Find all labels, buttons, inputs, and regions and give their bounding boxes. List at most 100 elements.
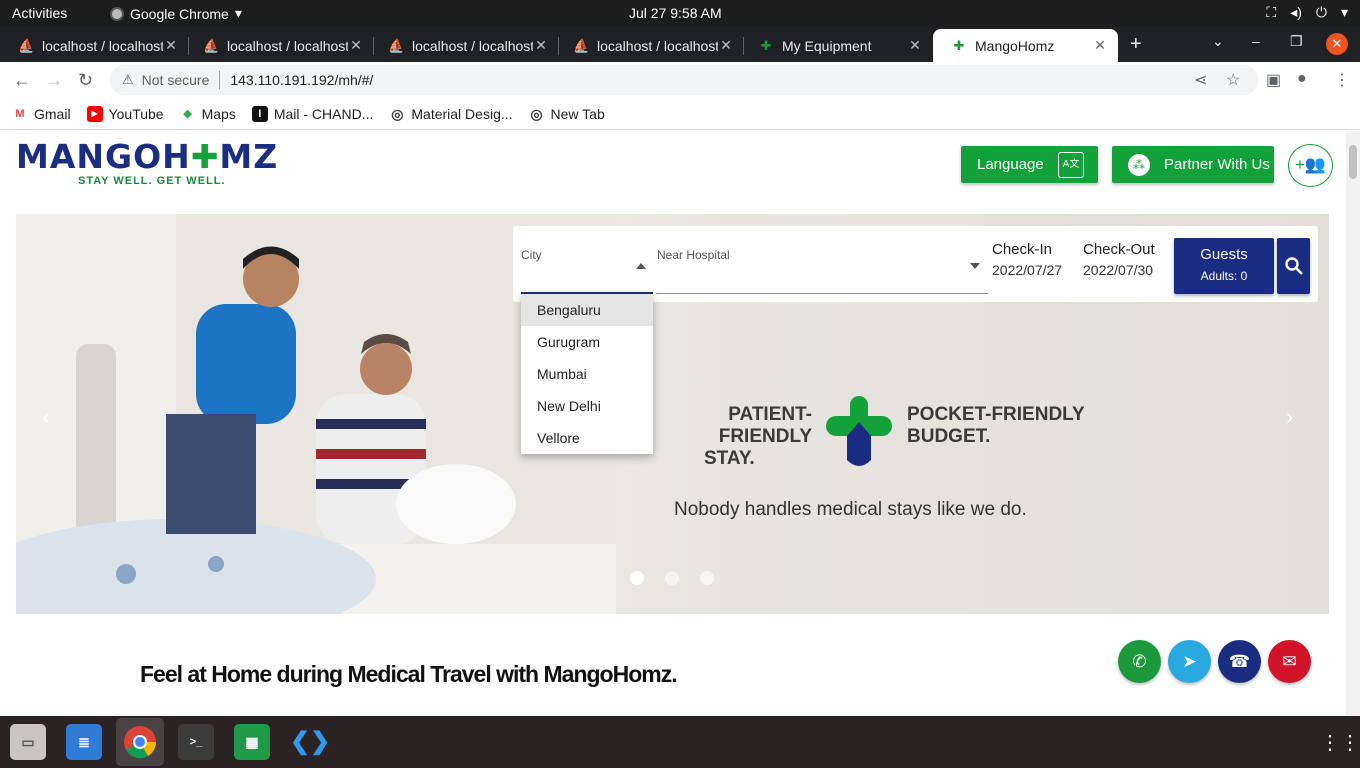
check-in-field[interactable]: Check-In 2022/07/27 [992, 241, 1062, 278]
bookmarks-bar: M Gmail ▶ YouTube ◆ Maps I Mail - CHAND... ◎… [0, 98, 1360, 130]
city-option-new-delhi[interactable]: New Delhi [521, 390, 653, 422]
tab-localhost-4[interactable]: ⛵ localhost / localhost ✕ [555, 29, 744, 62]
city-option-vellore[interactable]: Vellore [521, 422, 653, 454]
terminal-icon[interactable]: >_ [178, 724, 214, 760]
minimize-icon[interactable]: – [1252, 33, 1260, 49]
partner-with-us-button[interactable]: ⁂ Partner With Us [1112, 146, 1274, 183]
tab-localhost-2[interactable]: ⛵ localhost / localhost ✕ [185, 29, 374, 62]
bookmark-mail-chand[interactable]: I Mail - CHAND... [251, 105, 373, 122]
mango-icon: ✚ [953, 37, 965, 53]
city-option-bengaluru[interactable]: Bengaluru [521, 294, 653, 326]
bookmark-new-tab[interactable]: ◎ New Tab [528, 105, 605, 122]
system-top-bar: Activities Google Chrome ▾ Jul 27 9:58 A… [0, 0, 1360, 27]
chrome-icon [110, 6, 124, 21]
bookmark-star-icon[interactable]: ☆ [1226, 70, 1240, 90]
show-apps-icon[interactable]: ⋮⋮⋮ [1320, 730, 1360, 755]
chrome-dock-icon[interactable] [116, 718, 164, 766]
tab-mangohomz[interactable]: ✚ MangoHomz ✕ [933, 29, 1118, 62]
window-close-button[interactable]: ✕ [1326, 33, 1348, 55]
close-icon[interactable]: ✕ [1092, 37, 1108, 54]
new-tab-button[interactable]: + [1130, 33, 1142, 56]
url-text[interactable]: 143.110.191.192/mh/#/ [230, 72, 373, 88]
vscode-icon[interactable]: ❮❯ [290, 724, 330, 760]
check-in-value: 2022/07/27 [992, 262, 1063, 278]
warning-icon[interactable]: ⚠ [122, 72, 134, 88]
check-out-value: 2022/07/30 [1083, 262, 1154, 278]
city-option-gurugram[interactable]: Gurugram [521, 326, 653, 358]
bookmark-label: Gmail [34, 105, 71, 122]
search-button[interactable] [1277, 238, 1310, 294]
bookmark-label: New Tab [550, 105, 605, 122]
telegram-icon[interactable]: ➤ [1168, 640, 1211, 683]
share-icon[interactable]: ⋖ [1194, 70, 1207, 90]
close-icon[interactable]: ✕ [533, 37, 549, 54]
bookmark-gmail[interactable]: M Gmail [12, 105, 71, 122]
security-label[interactable]: Not secure [142, 72, 210, 88]
guests-button[interactable]: Guests Adults: 0 [1174, 238, 1274, 294]
whatsapp-icon[interactable]: ✆ [1118, 640, 1161, 683]
restore-icon[interactable]: ❐ [1290, 33, 1303, 50]
carousel-dot[interactable] [665, 571, 679, 585]
app-menu[interactable]: Google Chrome ▾ [110, 5, 242, 22]
check-out-label: Check-Out [1083, 241, 1155, 258]
calc-icon[interactable]: ▦ [234, 724, 270, 760]
city-dropdown: Bengaluru Gurugram Mumbai New Delhi Vell… [521, 294, 653, 454]
forward-icon[interactable]: → [45, 70, 63, 91]
caret-up-icon [636, 263, 646, 269]
email-icon[interactable]: ✉ [1268, 640, 1311, 683]
address-bar[interactable]: ⚠ Not secure 143.110.191.192/mh/#/ [110, 65, 1258, 95]
clock[interactable]: Jul 27 9:58 AM [629, 5, 722, 21]
phone-icon[interactable]: ☎ [1218, 640, 1261, 683]
globe-icon: ◎ [389, 105, 406, 122]
search-icon [1284, 257, 1303, 275]
tab-my-equipment[interactable]: ✚ My Equipment ✕ [740, 29, 933, 62]
gmail-icon: M [12, 105, 28, 122]
activities-button[interactable]: Activities [12, 5, 67, 21]
bookmark-material-design[interactable]: ◎ Material Desig... [389, 105, 513, 122]
side-panel-icon[interactable]: ▣ [1266, 70, 1281, 90]
close-icon[interactable]: ✕ [718, 37, 734, 54]
dock: ▭ ≣ >_ ▦ ❮❯ ⋮⋮⋮ [0, 716, 1360, 768]
language-button[interactable]: Language A文 [961, 146, 1098, 183]
scrollbar-thumb[interactable] [1349, 145, 1357, 179]
chrome-icon [124, 726, 157, 759]
chevron-down-icon: ▾ [1340, 4, 1348, 20]
translate-icon: A文 [1058, 152, 1084, 178]
add-user-icon[interactable]: +👥 [1288, 144, 1333, 187]
close-icon[interactable]: ✕ [907, 37, 923, 54]
divider [219, 71, 221, 89]
power-icon: ⏻ [1315, 4, 1327, 20]
partner-label: Partner With Us [1164, 156, 1270, 173]
tab-search-icon[interactable]: ⌄ [1212, 33, 1224, 50]
browser-toolbar: ← → ↻ ⚠ Not secure 143.110.191.192/mh/#/… [0, 62, 1360, 98]
chevron-down-icon: ▾ [234, 5, 242, 21]
page-scrollbar[interactable] [1346, 131, 1360, 716]
profile-avatar[interactable]: ● [1297, 70, 1307, 88]
bookmark-maps[interactable]: ◆ Maps [179, 105, 236, 122]
logo-tagline: STAY WELL. GET WELL. [78, 175, 226, 187]
writer-icon[interactable]: ≣ [66, 724, 102, 760]
menu-kebab-icon[interactable]: ⋮ [1334, 70, 1350, 90]
carousel-next-icon[interactable]: › [1286, 404, 1293, 430]
bookmark-label: YouTube [108, 105, 164, 122]
tab-localhost-1[interactable]: ⛵ localhost / localhost ✕ [0, 29, 189, 62]
check-out-field[interactable]: Check-Out 2022/07/30 [1083, 241, 1155, 278]
files-icon[interactable]: ▭ [10, 724, 46, 760]
carousel-dot[interactable] [700, 571, 714, 585]
guests-label: Guests [1200, 246, 1248, 263]
system-tray[interactable]: ⛶ ◂) ⏻ ▾ [1266, 4, 1348, 21]
close-icon[interactable]: ✕ [163, 37, 179, 54]
tab-localhost-3[interactable]: ⛵ localhost / localhost ✕ [370, 29, 559, 62]
app-name: Google Chrome [130, 5, 229, 22]
carousel-prev-icon[interactable]: ‹ [42, 404, 49, 430]
carousel-dot[interactable] [630, 571, 644, 585]
close-icon[interactable]: ✕ [348, 37, 364, 54]
city-option-mumbai[interactable]: Mumbai [521, 358, 653, 390]
mangohomz-logo[interactable]: MANGOH✚MZ STAY WELL. GET WELL. [16, 139, 278, 188]
partner-icon: ⁂ [1128, 153, 1150, 176]
back-icon[interactable]: ← [13, 70, 31, 91]
bookmark-youtube[interactable]: ▶ YouTube [86, 105, 164, 122]
reload-icon[interactable]: ↻ [78, 70, 93, 91]
bookmark-label: Maps [201, 105, 236, 122]
hero-tagline-left: PATIENT-FRIENDLY STAY. [704, 404, 812, 469]
